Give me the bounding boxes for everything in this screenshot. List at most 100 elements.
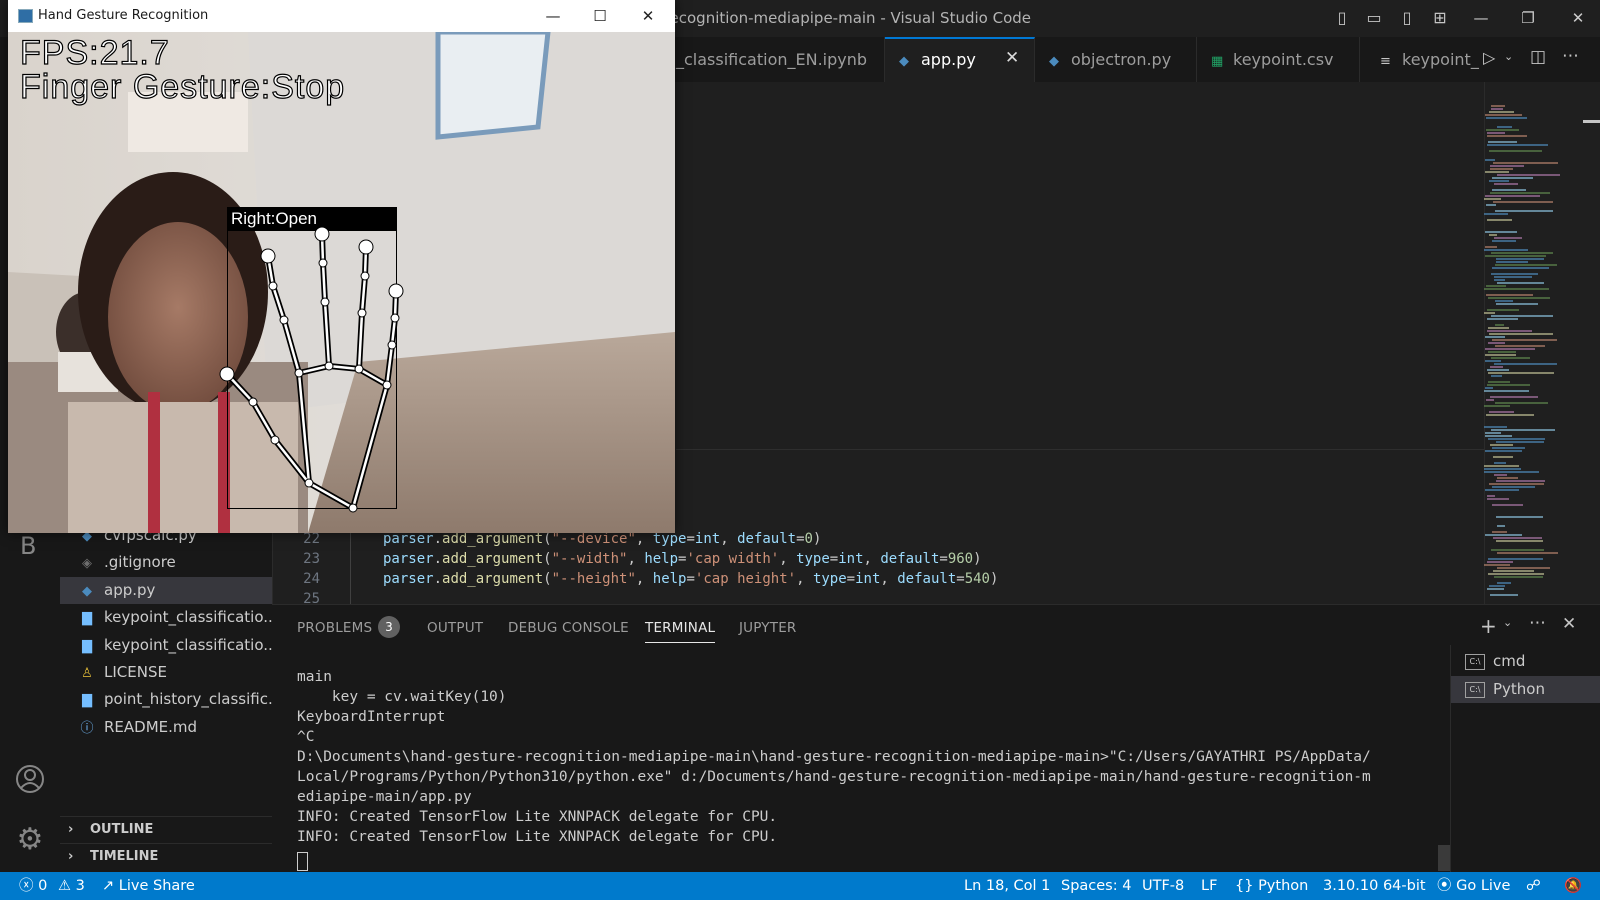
toggle-sidebar-icon[interactable]: ▯	[1332, 8, 1352, 28]
minimap-line	[1489, 180, 1509, 182]
minimap-line	[1495, 345, 1545, 347]
minimap-line	[1494, 276, 1532, 278]
minimap-line	[1497, 126, 1512, 128]
terminal-icon: C:\	[1465, 653, 1485, 670]
minimap-line	[1494, 462, 1506, 464]
live-share-label: Live Share	[118, 878, 195, 894]
sidebar-file-item[interactable]: ▇ keypoint_classificatio...	[60, 604, 272, 631]
go-live-button[interactable]: ⦿ Go Live	[1437, 872, 1510, 900]
customize-layout-icon[interactable]: ⊞	[1430, 8, 1450, 28]
indentation[interactable]: Spaces: 4	[1061, 872, 1131, 900]
sidebar-file-item[interactable]: ⓘ README.md	[60, 714, 272, 741]
toggle-panel-icon[interactable]: ▭	[1364, 8, 1384, 28]
line-number: 22	[303, 531, 320, 547]
minimap-line	[1488, 141, 1517, 143]
restore-button[interactable]: ❐	[1512, 4, 1544, 32]
tab-label: keypoint.csv	[1233, 50, 1334, 69]
minimap-line	[1494, 363, 1557, 365]
section-label: TIMELINE	[90, 849, 159, 864]
notifications-icon[interactable]: 🔕	[1564, 872, 1582, 900]
minimap[interactable]	[1484, 105, 1566, 600]
tab-keypoint-text[interactable]: ≡ keypoint_	[1368, 37, 1486, 82]
activity-extension-letter[interactable]: B	[20, 532, 36, 560]
editor-divider	[676, 449, 1484, 450]
minimap-line	[1489, 150, 1542, 152]
cursor-position[interactable]: Ln 18, Col 1	[964, 872, 1050, 900]
minimap-line	[1497, 525, 1505, 527]
sidebar-file-item[interactable]: ◈ .gitignore	[60, 549, 272, 576]
minimap-line	[1490, 366, 1503, 368]
terminal-instance-cmd[interactable]: C:\ cmd	[1451, 648, 1600, 675]
outline-section[interactable]: › OUTLINE	[60, 816, 272, 843]
minimap-line	[1484, 312, 1495, 314]
minimap-line	[1484, 249, 1528, 251]
sidebar-file-item[interactable]: ◆ app.py	[60, 576, 272, 604]
more-actions-icon[interactable]: ⋯	[1562, 46, 1579, 66]
minimap-line	[1492, 240, 1516, 242]
split-editor-icon[interactable]: ◫	[1530, 47, 1546, 67]
tab-debug-console[interactable]: DEBUG CONSOLE	[508, 620, 629, 636]
sidebar-file-item[interactable]: ♙ LICENSE	[60, 659, 272, 686]
tab-label: keypoint_	[1402, 50, 1479, 69]
live-share-icon: ↗	[102, 878, 115, 894]
panel-more-actions-icon[interactable]: ⋯	[1529, 613, 1546, 633]
tab-keypoint-csv[interactable]: ▦ keypoint.csv	[1197, 37, 1360, 82]
minimap-line	[1487, 144, 1548, 146]
minimap-line	[1496, 480, 1545, 482]
minimap-line	[1490, 165, 1524, 167]
tab-keypoint-classification-notebook[interactable]: _classification_EN.ipynb	[660, 37, 885, 82]
run-file-icon[interactable]: ▷	[1483, 48, 1495, 67]
terminal-profile-chevron-icon[interactable]: ⌄	[1503, 616, 1512, 629]
tab-objectron-py[interactable]: ◆ objectron.py	[1035, 37, 1197, 82]
minimap-line	[1490, 444, 1513, 446]
terminal-instance-python[interactable]: C:\ Python	[1451, 676, 1600, 703]
new-terminal-plus-icon[interactable]: +	[1480, 614, 1497, 638]
minimap-line	[1486, 129, 1519, 131]
tab-jupyter[interactable]: JUPYTER	[739, 620, 797, 636]
encoding[interactable]: UTF-8	[1142, 872, 1184, 900]
terminal-scrollbar-thumb[interactable]	[1438, 845, 1450, 871]
sidebar-file-item[interactable]: ▇ point_history_classific...	[60, 686, 272, 713]
error-count: 0	[38, 878, 48, 894]
scrollbar-thumb[interactable]	[1583, 120, 1600, 123]
toggle-secondary-sidebar-icon[interactable]: ▯	[1397, 8, 1417, 28]
minimap-line	[1487, 561, 1513, 563]
tab-terminal[interactable]: TERMINAL	[645, 620, 716, 643]
close-panel-icon[interactable]: ✕	[1562, 614, 1576, 634]
sidebar-file-item[interactable]: ▇ keypoint_classificatio...	[60, 632, 272, 659]
minimap-line	[1491, 273, 1538, 275]
python-interpreter[interactable]: 3.10.10 64-bit	[1323, 872, 1426, 900]
minimap-line	[1490, 168, 1513, 170]
minimap-line	[1487, 330, 1532, 332]
settings-gear-icon[interactable]: ⚙	[12, 822, 48, 858]
timeline-section[interactable]: › TIMELINE	[60, 843, 272, 870]
terminal-line: KeyboardInterrupt	[297, 709, 446, 725]
end-of-line[interactable]: LF	[1201, 872, 1217, 900]
minimap-line	[1493, 162, 1558, 164]
minimap-line	[1489, 111, 1514, 113]
tab-output[interactable]: OUTPUT	[427, 620, 483, 636]
minimap-line	[1493, 537, 1542, 539]
python-icon: ◆	[1049, 54, 1059, 69]
minimap-line	[1484, 405, 1510, 407]
sidebar-file-label: app.py	[104, 580, 156, 599]
accounts-icon[interactable]	[12, 763, 48, 799]
minimap-line	[1484, 564, 1510, 566]
problems-status[interactable]: ⓧ 0 ⚠ 3	[19, 872, 85, 900]
code-line: parser.add_argument("--device", type=int…	[383, 531, 822, 547]
minimap-line	[1489, 411, 1514, 413]
run-options-chevron-icon[interactable]: ⌄	[1504, 50, 1513, 63]
language-mode[interactable]: {} Python	[1235, 872, 1308, 900]
feedback-icon[interactable]: ☍	[1526, 872, 1541, 900]
minimap-line	[1497, 582, 1511, 584]
minimap-line	[1488, 372, 1554, 374]
tab-close-icon[interactable]: ✕	[1005, 48, 1019, 68]
minimize-button[interactable]: —	[1465, 4, 1497, 32]
minimap-line	[1488, 342, 1505, 344]
close-window-button[interactable]: ✕	[1562, 4, 1594, 32]
minimap-line	[1485, 360, 1501, 362]
tab-problems[interactable]: PROBLEMS	[297, 620, 372, 636]
minimap-line	[1487, 132, 1505, 134]
minimap-line	[1488, 558, 1543, 560]
live-share-button[interactable]: ↗ Live Share	[102, 872, 195, 900]
